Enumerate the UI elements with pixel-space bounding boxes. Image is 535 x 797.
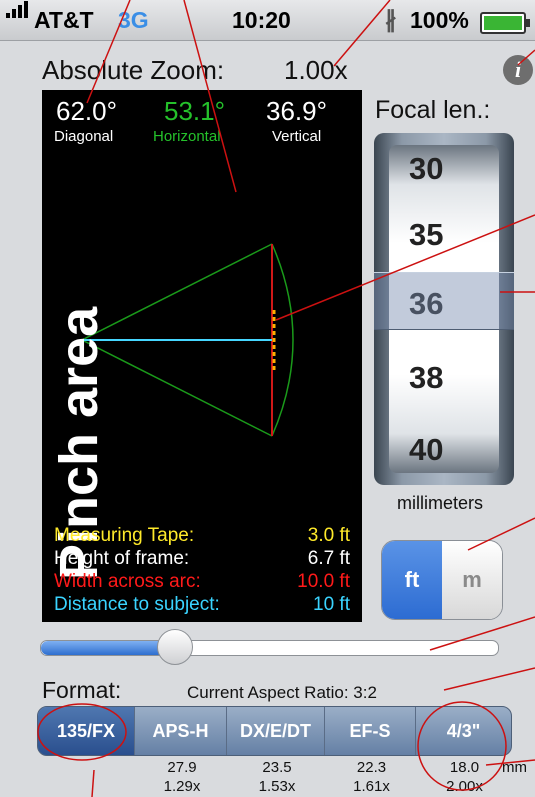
sector-lower-edge bbox=[81, 339, 273, 437]
subject-distance-value: 10 ft bbox=[313, 594, 350, 615]
ef-s-size: 22.3 bbox=[356, 759, 387, 776]
focal-length-picker[interactable]: 30 35 36 38 40 bbox=[374, 133, 514, 485]
format-segment-aps-h[interactable]: APS-H bbox=[135, 707, 227, 755]
slider-thumb[interactable] bbox=[157, 629, 193, 665]
zoom-value: 1.00x bbox=[284, 55, 348, 85]
format-segmented-control[interactable]: 135/FX APS-H DX/E/DT EF-S 4/3" bbox=[37, 706, 512, 756]
focal-length-title: Focal len.: bbox=[375, 96, 491, 124]
picker-selection-band bbox=[374, 272, 514, 330]
four-thirds-size: 18.0 bbox=[449, 759, 480, 776]
slider-fill bbox=[41, 641, 174, 655]
zoom-label: Absolute Zoom: bbox=[42, 55, 225, 85]
feet-button[interactable]: ft bbox=[382, 541, 442, 619]
network-type: 3G bbox=[118, 7, 149, 33]
callout-line bbox=[91, 769, 95, 797]
sector-upper-edge bbox=[81, 243, 273, 341]
format-segment-four-thirds[interactable]: 4/3" bbox=[416, 707, 511, 755]
arc-width-value: 10.0 ft bbox=[297, 571, 350, 592]
format-segment-ef-s[interactable]: EF-S bbox=[325, 707, 416, 755]
status-bar: AT&T 3G 10:20 ∦ 100% bbox=[0, 0, 535, 41]
frame-height-value: 6.7 ft bbox=[307, 548, 350, 569]
four-thirds-crop: 2.00x bbox=[446, 778, 483, 795]
format-segment-dx[interactable]: DX/E/DT bbox=[227, 707, 325, 755]
focal-option[interactable]: 30 bbox=[409, 151, 443, 187]
battery-percent: 100% bbox=[410, 7, 469, 33]
dx-crop: 1.53x bbox=[258, 778, 296, 795]
focal-units-label: millimeters bbox=[397, 493, 484, 513]
dx-size: 23.5 bbox=[262, 759, 292, 776]
battery-icon bbox=[480, 12, 530, 34]
aspect-ratio-text: Current Aspect Ratio: 3:2 bbox=[187, 683, 377, 702]
carrier-name: AT&T bbox=[34, 7, 94, 33]
size-unit-suffix: mm bbox=[502, 759, 527, 776]
subject-distance-label: Distance to subject: bbox=[54, 594, 220, 615]
aps-h-size: 27.9 bbox=[167, 759, 197, 776]
callout-line bbox=[443, 667, 535, 691]
frame-height-label: Height of frame: bbox=[54, 548, 190, 569]
zoom-slider[interactable] bbox=[40, 629, 499, 665]
pinch-area[interactable]: 62.0° Diagonal 53.1° Horizontal 36.9° Ve… bbox=[42, 90, 362, 622]
focal-option[interactable]: 38 bbox=[409, 360, 443, 396]
focal-option[interactable]: 35 bbox=[409, 217, 443, 253]
bluetooth-icon: ∦ bbox=[385, 6, 397, 32]
aps-h-crop: 1.29x bbox=[163, 778, 201, 795]
format-segment-135fx[interactable]: 135/FX bbox=[38, 707, 135, 755]
arc-width-label: Width across arc: bbox=[54, 571, 201, 592]
info-icon[interactable]: i bbox=[503, 55, 533, 85]
measuring-tape-value: 3.0 ft bbox=[307, 525, 350, 546]
units-toggle[interactable]: ft m bbox=[381, 540, 503, 620]
focal-option[interactable]: 40 bbox=[409, 432, 443, 468]
ef-s-crop: 1.61x bbox=[353, 778, 390, 795]
status-time: 10:20 bbox=[232, 7, 291, 33]
format-label: Format: bbox=[42, 677, 122, 703]
measuring-tape-label: Measuring Tape: bbox=[54, 525, 195, 546]
meters-button[interactable]: m bbox=[442, 541, 502, 619]
